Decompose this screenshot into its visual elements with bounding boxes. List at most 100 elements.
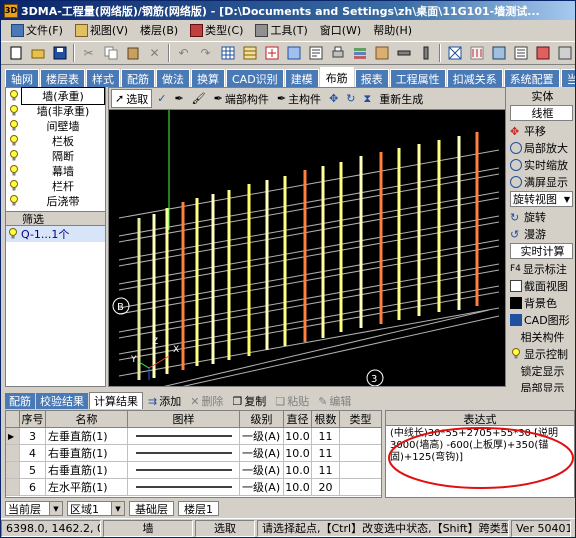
- current-floor-dropdown[interactable]: 当前层 ▼: [5, 501, 63, 516]
- delete-icon[interactable]: ✕: [144, 43, 165, 64]
- menu-view[interactable]: 视图(V): [69, 20, 134, 40]
- layer-icon[interactable]: [349, 43, 370, 64]
- tab-check-results[interactable]: 校验结果: [36, 393, 88, 409]
- redo-icon[interactable]: ↷: [195, 43, 216, 64]
- tab-axis[interactable]: 轴网: [5, 69, 39, 87]
- cell-grade[interactable]: 一级(A): [240, 445, 284, 461]
- component-type-item[interactable]: 后浇带: [6, 193, 105, 208]
- cell-count[interactable]: 20: [312, 479, 340, 495]
- beam-icon[interactable]: [393, 43, 414, 64]
- copy-button[interactable]: ❐ 复制: [228, 393, 270, 409]
- cad-graphics-button[interactable]: CAD图形: [508, 311, 575, 328]
- cell-type[interactable]: [340, 428, 381, 444]
- open-folder-icon[interactable]: [27, 43, 48, 64]
- roam-button[interactable]: ↺ 漫游: [508, 225, 575, 242]
- calc-icon[interactable]: [261, 43, 282, 64]
- cell-count[interactable]: 11: [312, 445, 340, 461]
- lock-display-button[interactable]: 锁定显示: [508, 362, 575, 379]
- save-icon[interactable]: [49, 43, 70, 64]
- tab-style[interactable]: 样式: [86, 69, 120, 87]
- tab-modeling[interactable]: 建模: [284, 69, 319, 87]
- cell-shape[interactable]: [128, 428, 240, 444]
- pan-button[interactable]: ✥ 平移: [508, 122, 575, 139]
- column-header[interactable]: 图样: [128, 411, 240, 427]
- cell-type[interactable]: [340, 445, 381, 461]
- cell-no[interactable]: 3: [20, 428, 46, 444]
- section-view-button[interactable]: 截面视图: [508, 277, 575, 294]
- delete-button[interactable]: ✕ 删除: [186, 393, 227, 409]
- floor-tab-foundation[interactable]: 基础层: [129, 501, 174, 516]
- column-header[interactable]: 级别: [240, 411, 284, 427]
- display-control-button[interactable]: 显示控制: [508, 345, 575, 362]
- cell-name[interactable]: 右垂直筋(1): [46, 445, 128, 461]
- background-color-button[interactable]: 背景色: [508, 294, 575, 311]
- tab-system-config[interactable]: 系统配置: [503, 69, 560, 87]
- new-file-icon[interactable]: [5, 43, 26, 64]
- bulb-icon[interactable]: [9, 164, 19, 177]
- zone-dropdown[interactable]: 区域1 ▼: [67, 501, 125, 516]
- bulb-icon[interactable]: [9, 119, 19, 132]
- menu-help[interactable]: 帮助(H): [367, 20, 418, 40]
- print-icon[interactable]: [327, 43, 348, 64]
- layout-icon[interactable]: [488, 43, 509, 64]
- mirror-button[interactable]: ⧗: [361, 89, 375, 108]
- bulb-icon[interactable]: [9, 179, 19, 192]
- bulb-icon[interactable]: [9, 194, 19, 207]
- cell-name[interactable]: 左水平筋(1): [46, 479, 128, 495]
- settings-icon[interactable]: [510, 43, 531, 64]
- component-type-item[interactable]: 幕墙: [6, 163, 105, 178]
- component-type-item[interactable]: 间壁墙: [6, 118, 105, 133]
- solid-button[interactable]: 实体: [508, 87, 575, 104]
- wall-icon[interactable]: [371, 43, 392, 64]
- confirm-button[interactable]: ✓: [154, 89, 169, 108]
- tab-reinforcement[interactable]: 配筋: [121, 69, 155, 87]
- title-bar[interactable]: 3D 3DMA-工程量(网络版)/钢筋(网络版) - [D:\Documents…: [1, 1, 575, 20]
- report-icon[interactable]: [305, 43, 326, 64]
- tab-calc-results[interactable]: 计算结果: [89, 392, 143, 409]
- table-row[interactable]: 6 左水平筋(1) 一级(A) 10.0 20: [6, 479, 381, 496]
- cell-grade[interactable]: 一级(A): [240, 479, 284, 495]
- brush-button[interactable]: 🖌: [189, 89, 209, 108]
- zoom-realtime-button[interactable]: 实时缩放: [508, 156, 575, 173]
- edit-button[interactable]: ✎ 编辑: [314, 393, 355, 409]
- cell-type[interactable]: [340, 479, 381, 495]
- cell-shape[interactable]: [128, 479, 240, 495]
- fullscreen-button[interactable]: 满屏显示: [508, 173, 575, 190]
- end-component-button[interactable]: ✒ 端部构件: [211, 89, 272, 108]
- select-button[interactable]: ➚ 选取: [111, 89, 153, 108]
- move-button[interactable]: ✥: [326, 89, 341, 108]
- tab-rebar-layout[interactable]: 布筋: [319, 67, 354, 87]
- tab-project-properties[interactable]: 工程属性: [389, 69, 446, 87]
- cell-diameter[interactable]: 10.0: [284, 428, 312, 444]
- tab-conversion[interactable]: 换算: [191, 69, 225, 87]
- wireframe-button[interactable]: 线框: [510, 105, 573, 121]
- cut-icon[interactable]: ✂: [78, 43, 99, 64]
- cell-no[interactable]: 4: [20, 445, 46, 461]
- zoom-local-button[interactable]: 局部放大: [508, 139, 575, 156]
- bulb-icon[interactable]: [9, 149, 19, 162]
- component-type-item[interactable]: 墙(承重): [6, 86, 105, 105]
- menu-tools[interactable]: 工具(T): [249, 20, 313, 40]
- table-row[interactable]: ▶ 3 左垂直筋(1) 一级(A) 10.0 11: [6, 428, 381, 445]
- show-annotations-button[interactable]: F4 显示标注: [508, 260, 575, 277]
- menu-file[interactable]: 文件(F): [5, 20, 69, 40]
- column-header[interactable]: 名称: [46, 411, 128, 427]
- cell-grade[interactable]: 一级(A): [240, 462, 284, 478]
- main-component-button[interactable]: ✒ 主构件: [274, 89, 324, 108]
- cell-diameter[interactable]: 10.0: [284, 445, 312, 461]
- column-icon[interactable]: [415, 43, 436, 64]
- column-header[interactable]: 类型: [340, 411, 381, 427]
- cell-name[interactable]: 右垂直筋(1): [46, 462, 128, 478]
- rotate-button[interactable]: ↻: [343, 89, 358, 108]
- rebar-icon[interactable]: [466, 43, 487, 64]
- table-row[interactable]: 5 右垂直筋(1) 一级(A) 10.0 11: [6, 462, 381, 479]
- slab-icon[interactable]: [444, 43, 465, 64]
- component-type-item[interactable]: 墙(非承重): [6, 103, 105, 118]
- cell-count[interactable]: 11: [312, 428, 340, 444]
- related-components-button[interactable]: 相关构件: [508, 328, 575, 345]
- bulb-icon[interactable]: [8, 228, 18, 240]
- cell-no[interactable]: 5: [20, 462, 46, 478]
- view-3d-icon[interactable]: [532, 43, 553, 64]
- add-button[interactable]: ⇉ 添加: [144, 393, 185, 409]
- table-icon[interactable]: [239, 43, 260, 64]
